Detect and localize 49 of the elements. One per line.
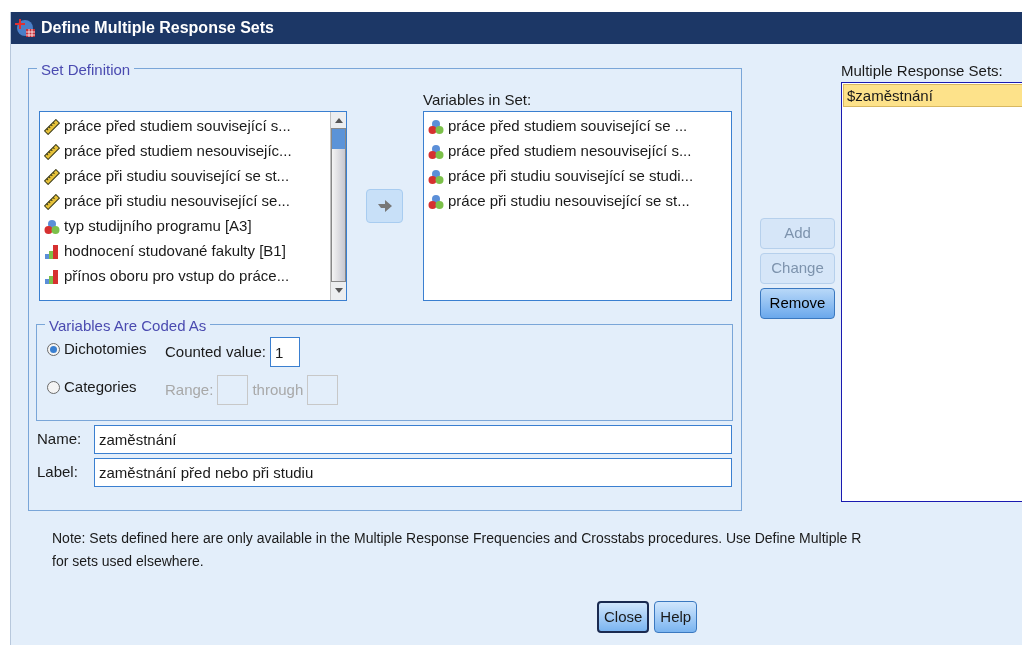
ruler-icon (44, 168, 60, 185)
field-label: Range: (165, 379, 214, 400)
action-button[interactable]: Remove (760, 288, 835, 319)
variable-item[interactable]: hodnocení studované fakulty [B1] (40, 239, 330, 264)
list-label: Variables in Set: (423, 90, 533, 110)
ruler-icon (44, 143, 60, 160)
three-balls-icon (428, 118, 444, 135)
scrollbar[interactable] (330, 112, 346, 300)
variable-item[interactable]: práce při studiu související se studi... (424, 164, 731, 189)
dialog-button[interactable]: Help (654, 601, 698, 633)
app-icon (15, 17, 37, 39)
label-field[interactable]: zaměstnání před nebo při studiu (94, 458, 732, 487)
counted-value-field[interactable]: 1 (269, 337, 300, 367)
three-balls-icon (44, 218, 60, 235)
field-label: Counted value: (165, 341, 266, 362)
variable-item[interactable]: typ studijního programu [A3] (40, 214, 330, 239)
name-field[interactable]: zaměstnání (94, 425, 732, 454)
field-label: Name: (37, 429, 83, 450)
field-label: through (252, 379, 304, 400)
radio-option[interactable]: Categories (47, 375, 165, 399)
radio-button[interactable] (47, 342, 60, 356)
list-label: Multiple Response Sets: (841, 61, 1004, 81)
field-label: Label: (37, 462, 79, 483)
variable-item[interactable]: práce před studiem související s... (40, 114, 330, 139)
three-balls-icon (428, 168, 444, 185)
variable-item[interactable]: práce před studiem nesouvisejíc... (40, 139, 330, 164)
scroll-thumb[interactable] (331, 128, 346, 282)
response-set-item[interactable]: $zaměstnání (843, 84, 1022, 107)
variable-item[interactable]: práce při studiu nesouvisející se... (40, 189, 330, 214)
window-title: Define Multiple Response Sets (41, 18, 274, 38)
range-from-field[interactable] (217, 375, 249, 405)
ruler-icon (44, 193, 60, 210)
radio-button[interactable] (47, 380, 60, 394)
ruler-icon (44, 118, 60, 135)
variable-item[interactable]: práce při studiu nesouvisející se st... (424, 189, 731, 214)
bar-chart-icon (44, 243, 60, 260)
bar-chart-icon (44, 268, 60, 285)
radio-option[interactable]: Dichotomies (47, 337, 165, 361)
arrow-right-icon (377, 200, 392, 212)
variable-item[interactable]: práce při studiu související se st... (40, 164, 330, 189)
variable-item[interactable]: práce před studiem nesouvisející s... (424, 139, 731, 164)
note-text: Note: Sets defined here are only available in the Multiple Response Frequencies and Crosstabs procedures. Use Define Multiple R for sets used elsewhere. (52, 529, 863, 571)
variable-item[interactable]: práce před studiem související se ... (424, 114, 731, 139)
variable-item[interactable]: přínos oboru pro vstup do práce... (40, 264, 330, 289)
dialog-button[interactable]: Close (597, 601, 650, 633)
move-button[interactable] (366, 189, 403, 223)
three-balls-icon (428, 143, 444, 160)
three-balls-icon (428, 193, 444, 210)
range-to-field[interactable] (307, 375, 339, 405)
